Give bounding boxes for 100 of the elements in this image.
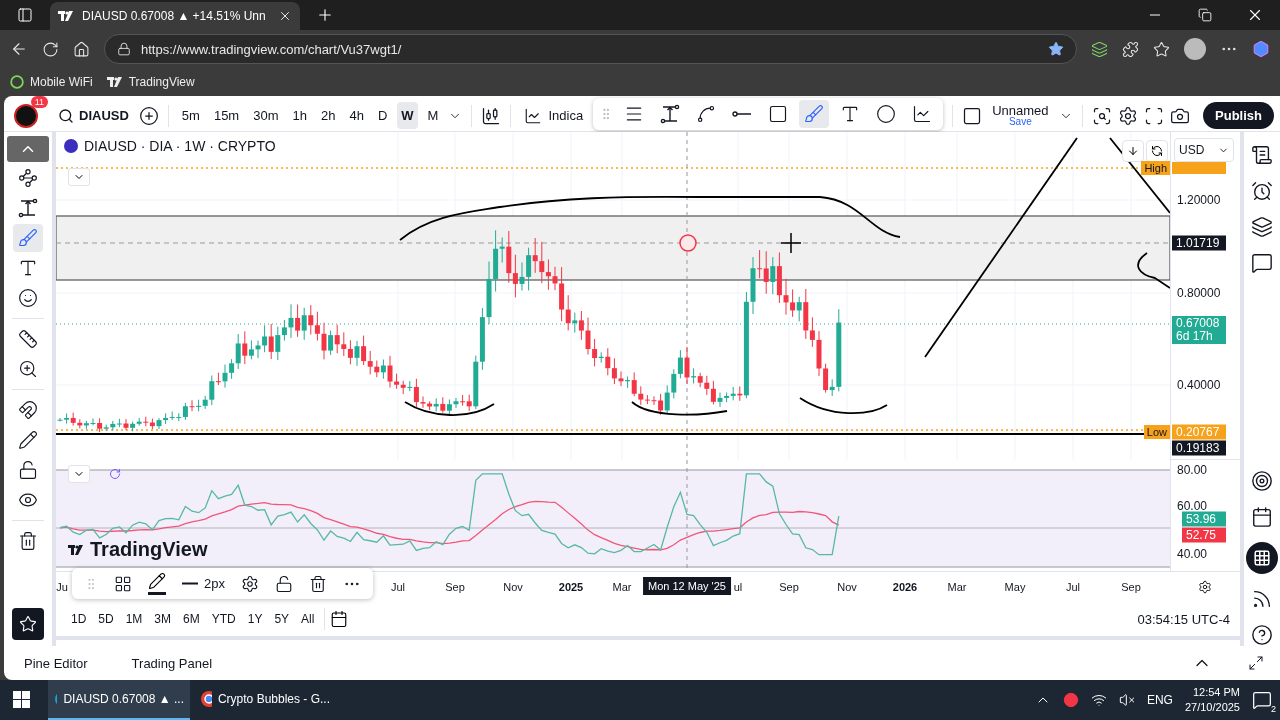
user-avatar[interactable] [14,103,38,128]
panel-tab[interactable]: Pine Editor [20,651,92,675]
line-icon [182,582,198,585]
profile-avatar[interactable] [1184,38,1206,60]
restore-icon[interactable] [1198,8,1212,22]
range-button[interactable]: 5D [93,608,119,630]
muted-speaker-icon[interactable] [1118,692,1135,708]
help-icon[interactable] [1251,624,1273,646]
apps-button[interactable] [1246,542,1278,574]
auto-scale-button[interactable] [1146,140,1168,162]
language-indicator[interactable]: ENG [1146,693,1173,707]
line-color-button[interactable] [148,572,166,595]
line-width-button[interactable]: 2px [182,576,225,591]
interval-tab[interactable]: 30m [249,102,283,129]
favorites-icon[interactable] [1153,40,1170,58]
fullscreen-icon[interactable] [1143,105,1164,126]
crosshair-marker[interactable] [679,234,697,252]
symbol-search[interactable]: DIAUSD [54,103,133,128]
interval-tab[interactable]: W [397,102,418,129]
close-icon[interactable] [278,9,292,23]
watchlist-icon[interactable] [1251,144,1273,166]
scroll-button[interactable] [1122,140,1144,162]
taskbar-app[interactable]: DIAUSD 0.67008 ▲ ... [48,680,190,720]
collapse-button[interactable] [68,465,90,483]
horizontal-line-icon [732,110,753,117]
collapse-button[interactable] [68,168,90,186]
chat-icon[interactable] [1251,252,1273,274]
interval-tab[interactable]: 1h [288,102,311,129]
reload-icon[interactable] [42,40,59,58]
oscillator-tick: 60.00 [1177,499,1208,513]
interval-tab[interactable]: 2h [316,102,340,129]
trend-line[interactable] [1109,137,1170,214]
maximize-icon[interactable] [1248,655,1264,671]
record-icon[interactable] [1062,692,1079,708]
home-icon[interactable] [73,40,90,58]
square-icon[interactable] [962,105,983,126]
favorites-button[interactable] [12,608,44,640]
extension-icon[interactable] [1091,40,1108,58]
sidebar-icon[interactable] [17,7,33,23]
collapse-button[interactable] [7,136,49,162]
trash-icon[interactable] [308,574,327,593]
extensions-icon[interactable] [1122,40,1139,58]
address-bar[interactable]: https://www.tradingview.com/chart/Vu37wgt1/ [104,34,1077,64]
range-button[interactable]: All [296,608,320,630]
unlock-icon [18,460,38,480]
interval-tab[interactable]: 15m [209,102,244,129]
browser-tab[interactable]: DIAUSD 0.67008 ▲ +14.51% Unn [50,2,300,30]
add-symbol-icon[interactable] [138,105,159,126]
interval-tab[interactable]: 4h [345,102,368,129]
range-button[interactable]: 3M [149,608,177,630]
range-button[interactable]: 1M [120,608,148,630]
save-link[interactable]: Save [1008,117,1032,127]
alarm-icon[interactable] [1251,180,1273,202]
panel-tab[interactable]: Trading Panel [127,651,217,675]
interval-tab[interactable]: 5m [177,102,204,129]
quick-search-icon[interactable] [1091,105,1112,126]
calendar-icon[interactable] [1251,506,1273,528]
bookmark[interactable]: Mobile WiFi [10,75,93,89]
freehand-curve[interactable] [799,397,888,415]
browser-logo [200,690,212,708]
publish-button[interactable]: Publish [1203,102,1274,129]
currency-select[interactable]: USD [1174,138,1234,162]
interval-tab[interactable]: D [373,102,392,129]
calendar-icon[interactable] [330,610,349,628]
range-button[interactable]: YTD [206,608,241,630]
freehand-curve[interactable] [1137,252,1170,289]
interval-tab[interactable]: M [423,102,443,129]
indicators-button[interactable]: Indica [520,102,588,129]
taskbar-app[interactable]: Crypto Bubbles - G... [194,680,336,720]
target-icon[interactable] [1251,470,1273,492]
layout-name[interactable]: Unnamed [992,104,1049,117]
range-button[interactable]: 6M [178,608,205,630]
notifications-icon[interactable] [1252,690,1272,710]
star-icon[interactable] [1048,41,1064,57]
taskbar-clock[interactable]: 12:54 PM 27/10/2025 [1184,685,1240,715]
new-tab-icon[interactable] [316,6,334,24]
settings-icon[interactable] [240,574,259,593]
tradingview-logo [58,10,74,22]
range-button[interactable]: 1Y [242,608,268,630]
brush-icon [18,228,38,248]
settings-icon[interactable] [1198,580,1212,594]
range-button[interactable]: 1D [66,608,92,630]
wifi-icon[interactable] [1090,692,1107,708]
bookmark[interactable]: TradingView [106,75,195,89]
unlock-icon[interactable] [274,574,293,593]
range-button[interactable]: 5Y [269,608,295,630]
freehand-curve[interactable] [399,195,901,241]
back-icon[interactable] [10,40,28,58]
broadcast-icon[interactable] [1251,588,1273,610]
candles-icon[interactable] [481,105,502,126]
templates-icon[interactable] [114,574,132,593]
time-label: Mar [947,581,967,593]
symbol-legend[interactable]: DIAUSD · DIA · 1W · CRYPTO [84,138,276,154]
time-label: Nov [837,581,857,593]
freehand-curve[interactable] [404,401,495,416]
settings-icon[interactable] [1117,105,1138,126]
layers-icon[interactable] [1251,216,1273,238]
star-icon [19,615,37,633]
freehand-curve[interactable] [631,401,728,416]
time-label: May [1004,581,1026,593]
